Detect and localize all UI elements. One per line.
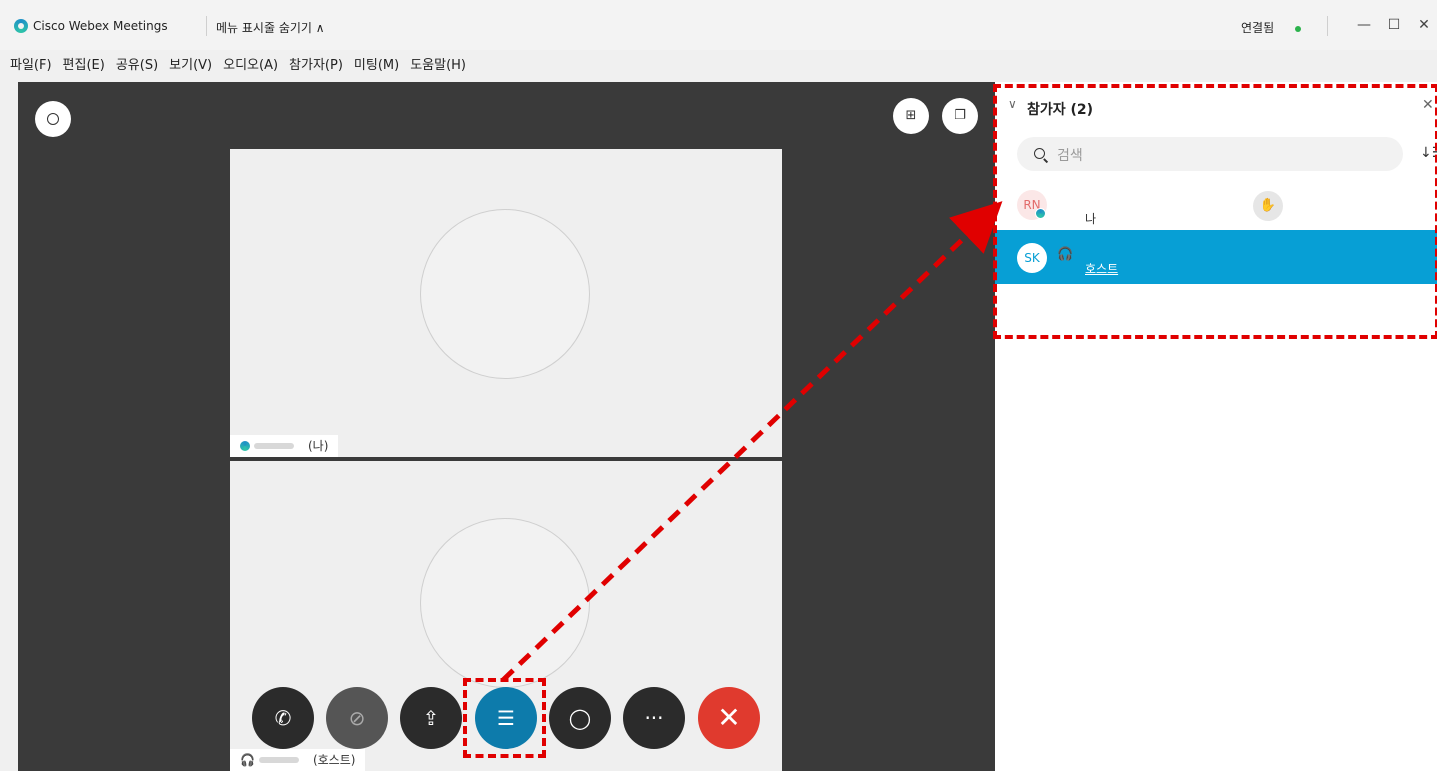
webex-window: Cisco Webex Meetings 메뉴 표시줄 숨기기 ∧ 연결됨 — …: [0, 0, 1437, 771]
annotation-arrow: [501, 201, 1003, 682]
